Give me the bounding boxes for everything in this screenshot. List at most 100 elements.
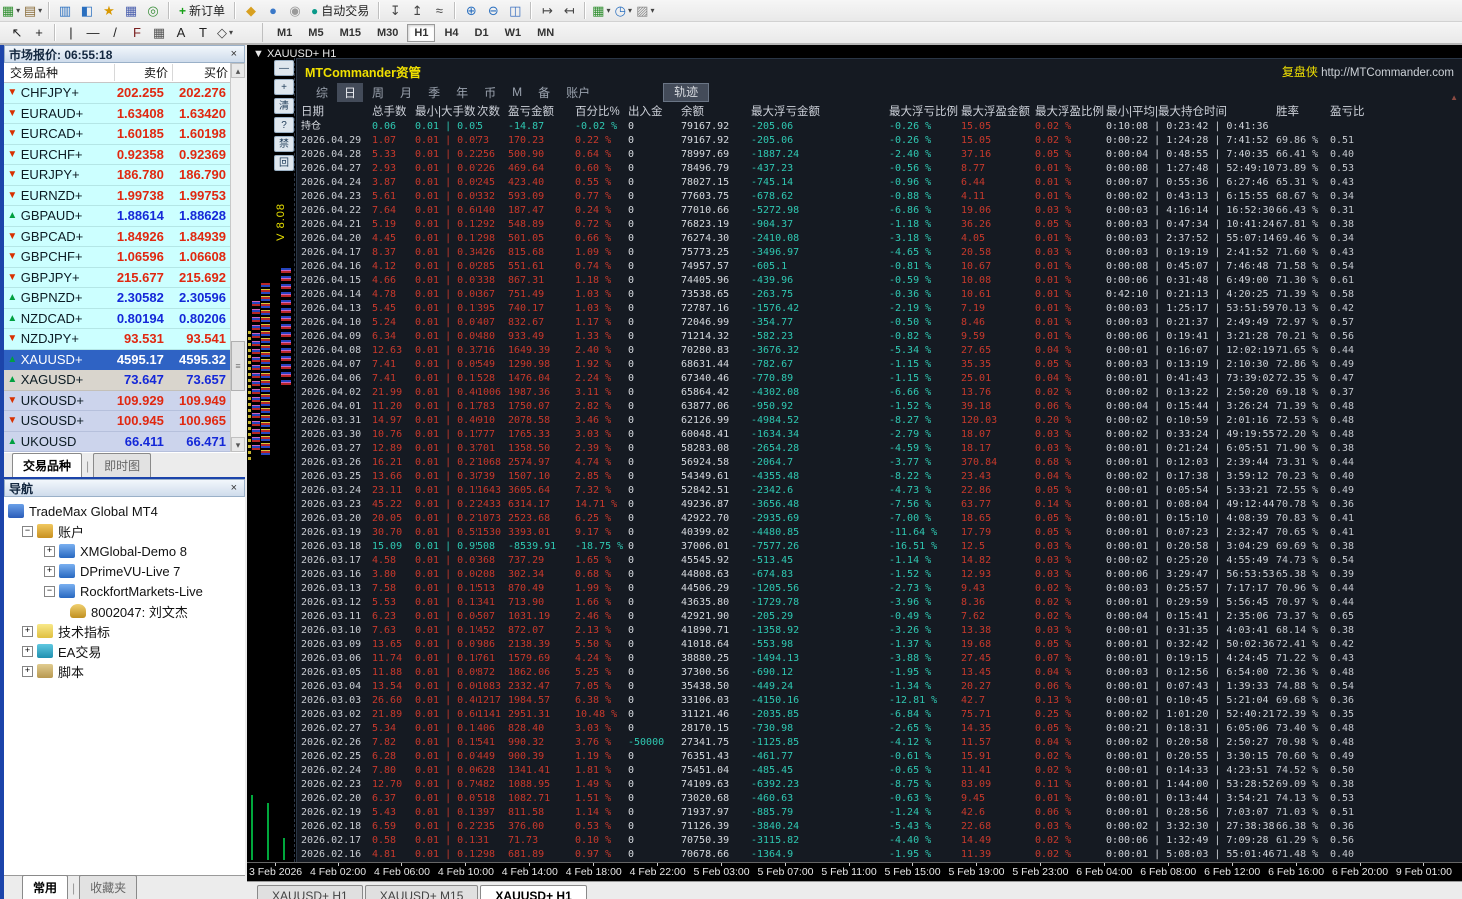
market-row[interactable]: ▲ GBPAUD+ 1.88614 1.88628 (4, 206, 230, 227)
shapes-icon-dropdown[interactable]: ▾ (229, 28, 233, 37)
table-row[interactable]: 2026.03.20 20.05 0.01 | 0.271073 2523.68 6.2… (301, 512, 1462, 526)
overlay-minimize-button[interactable]: — (274, 60, 294, 76)
navigator-close-icon[interactable]: × (228, 482, 240, 494)
vertical-line-icon[interactable]: | (60, 23, 82, 42)
table-row[interactable]: 2026.04.01 11.20 0.01 | 0.13783 1750.07 2.82… (301, 400, 1462, 414)
timeframe-m15[interactable]: M15 (333, 24, 368, 42)
expand-icon[interactable]: + (44, 545, 55, 557)
timeframe-d1[interactable]: D1 (468, 24, 496, 42)
panel-tab-M[interactable]: M (505, 84, 529, 100)
table-row[interactable]: 2026.03.10 7.63 0.01 | 0.15452 872.07 2.13 %… (301, 624, 1462, 638)
profiles-icon-dropdown[interactable]: ▾ (38, 6, 42, 15)
bottom-left-tab-0[interactable]: 常用 (22, 875, 69, 899)
clear-button[interactable]: 清 (274, 98, 294, 114)
fibonacci-icon[interactable]: F (126, 23, 148, 42)
track-button[interactable]: 轨迹 (663, 82, 710, 102)
column-header[interactable]: 胜率 (1276, 103, 1330, 120)
market-row[interactable]: ▲ GBPNZD+ 2.30582 2.30596 (4, 288, 230, 309)
tree-item[interactable]: 8002047: 刘文杰 (4, 601, 245, 621)
market-row[interactable]: ▼ CHFJPY+ 202.255 202.276 (4, 83, 230, 104)
shapes-icon[interactable]: ◇ ▾ (214, 23, 236, 42)
column-symbol[interactable]: 交易品种 (4, 64, 114, 81)
column-header[interactable]: 最大浮盈比例 (1035, 103, 1106, 120)
table-row[interactable]: 2026.03.02 21.89 0.01 | 0.661141 2951.31 10.… (301, 708, 1462, 722)
expand-icon[interactable]: + (22, 625, 33, 637)
indicators-icon[interactable]: ◆ (240, 1, 262, 20)
tree-item[interactable]: TradeMax Global MT4 (4, 501, 245, 521)
table-row[interactable]: 2026.02.25 6.28 0.01 | 0.07449 900.39 1.19 %… (301, 750, 1462, 764)
table-row[interactable]: 2026.03.31 14.97 0.01 | 0.46910 2078.58 3.46… (301, 414, 1462, 428)
market-row[interactable]: ▼ GBPJPY+ 215.677 215.692 (4, 267, 230, 288)
table-row[interactable]: 2026.02.18 6.59 0.01 | 0.27235 376.00 0.53 %… (301, 820, 1462, 834)
table-row[interactable]: 2026.04.15 4.66 0.01 | 0.07338 867.31 1.18 %… (301, 274, 1462, 288)
crosshair-icon[interactable]: + (28, 23, 50, 42)
table-row[interactable]: 2026.03.09 13.65 0.01 | 0.07986 2138.39 5.50… (301, 638, 1462, 652)
table-row[interactable]: 2026.03.18 15.09 0.01 | 0.95508 -8539.91 -18… (301, 540, 1462, 554)
table-row[interactable]: 2026.04.09 6.34 0.01 | 0.09480 933.49 1.33 %… (301, 330, 1462, 344)
profiles-icon[interactable]: ▤ ▾ (22, 1, 44, 20)
column-header[interactable]: 最大浮盈金额 (961, 103, 1035, 120)
market-row[interactable]: ▼ UKOUSD+ 109.929 109.949 (4, 390, 230, 411)
timeframe-mn[interactable]: MN (530, 24, 561, 42)
market-row[interactable]: ▼ NZDJPY+ 93.531 93.541 (4, 329, 230, 350)
grid-icon[interactable]: ▦ (148, 23, 170, 42)
table-row[interactable]: 2026.04.07 7.41 0.01 | 0.09549 1290.98 1.92 … (301, 358, 1462, 372)
chart-line-icon[interactable]: ≈ (428, 1, 450, 20)
panel-tab-季[interactable]: 季 (421, 83, 447, 102)
table-row[interactable]: 2026.02.24 7.80 0.01 | 0.06628 1341.41 1.81 … (301, 764, 1462, 778)
column-header[interactable]: 百分比% (575, 103, 628, 120)
chart-tab[interactable]: XAUUSD+ H1 (257, 885, 363, 899)
table-row[interactable]: 2026.03.05 11.88 0.01 | 0.09872 1862.06 5.25… (301, 666, 1462, 680)
column-bid[interactable]: 卖价 (114, 64, 172, 81)
help-button[interactable]: ? (274, 117, 294, 133)
column-header[interactable]: 总手数 (372, 103, 415, 120)
timeframe-m30[interactable]: M30 (370, 24, 405, 42)
table-row[interactable]: 2026.03.23 45.22 0.01 | 0.272433 6314.17 14.… (301, 498, 1462, 512)
table-row[interactable]: 2026.02.20 6.37 0.01 | 0.07518 1082.71 1.51 … (301, 792, 1462, 806)
table-row[interactable]: 2026.04.27 2.93 0.01 | 0.07226 469.64 0.60 %… (301, 162, 1462, 176)
table-row[interactable]: 2026.03.26 16.21 0.01 | 0.271068 2574.97 4.7… (301, 456, 1462, 470)
market-row[interactable]: ▼ GBPCHF+ 1.06596 1.06608 (4, 247, 230, 268)
template-icon[interactable]: ▨ ▾ (634, 1, 656, 20)
table-row[interactable]: 2026.04.16 4.12 0.01 | 0.09285 551.61 0.74 %… (301, 260, 1462, 274)
panel-tab-周[interactable]: 周 (365, 83, 391, 102)
timeframe-h4[interactable]: H4 (437, 24, 465, 42)
table-row[interactable]: 2026.04.10 5.24 0.01 | 0.07407 832.67 1.17 %… (301, 316, 1462, 330)
scroll-down-icon[interactable]: ▾ (231, 437, 245, 452)
add-indicator-icon[interactable]: ▦ ▾ (590, 1, 612, 20)
panel-tab-月[interactable]: 月 (393, 83, 419, 102)
scrollbar-thumb[interactable]: ≡ (231, 341, 245, 391)
panel-tab-账户[interactable]: 账户 (559, 83, 597, 102)
disable-button[interactable]: 禁 (274, 136, 294, 152)
table-row[interactable]: 2026.03.30 10.76 0.01 | 0.15777 1765.33 3.03… (301, 428, 1462, 442)
autotrade-button[interactable]: ● 自动交易 (306, 1, 374, 20)
tree-item[interactable]: + DPrimeVU-Live 7 (4, 561, 245, 581)
panel-tab-币[interactable]: 币 (477, 83, 503, 102)
window-button[interactable]: 回 (274, 155, 294, 171)
table-row[interactable]: 持仓 0.06 0.01 | 0.025 -14.87 -0.02 % 0 79167.92… (301, 120, 1462, 134)
expand-icon[interactable]: + (22, 645, 33, 657)
market-watch-tab-1[interactable]: 即时图 (93, 453, 152, 477)
table-row[interactable]: 2026.03.13 7.58 0.01 | 0.15513 870.49 1.99 %… (301, 582, 1462, 596)
timeframe-m5[interactable]: M5 (301, 24, 330, 42)
text-label-icon[interactable]: T (192, 23, 214, 42)
table-row[interactable]: 2026.02.17 0.58 0.01 | 0.1331 71.73 0.10 % 0 7… (301, 834, 1462, 848)
template-icon-dropdown[interactable]: ▾ (650, 6, 654, 15)
table-row[interactable]: 2026.04.17 8.37 0.01 | 0.38426 815.68 1.09 %… (301, 246, 1462, 260)
panel-tab-年[interactable]: 年 (449, 83, 475, 102)
column-header[interactable]: 盈亏金额 (508, 103, 575, 120)
column-header[interactable]: 最小|平均|最大持仓时间 (1106, 103, 1276, 120)
table-row[interactable]: 2026.03.16 3.80 0.01 | 0.06208 302.34 0.68 %… (301, 568, 1462, 582)
table-row[interactable]: 2026.04.06 7.41 0.01 | 0.11528 1476.04 2.24 … (301, 372, 1462, 386)
table-row[interactable]: 2026.03.17 4.58 0.01 | 0.07368 737.29 1.65 %… (301, 554, 1462, 568)
add-indicator-icon-dropdown[interactable]: ▾ (606, 6, 610, 15)
market-row[interactable]: ▼ USOUSD+ 100.945 100.965 (4, 411, 230, 432)
table-row[interactable]: 2026.04.24 3.87 0.01 | 0.09245 423.40 0.55 %… (301, 176, 1462, 190)
table-row[interactable]: 2026.04.22 7.64 0.01 | 0.66140 187.47 0.24 %… (301, 204, 1462, 218)
table-row[interactable]: 2026.04.02 21.99 0.01 | 0.461006 1987.36 3.1… (301, 386, 1462, 400)
column-header[interactable]: 最大浮亏比例 (889, 103, 961, 120)
market-row[interactable]: ▼ EURNZD+ 1.99738 1.99753 (4, 185, 230, 206)
table-row[interactable]: 2026.03.04 13.54 0.01 | 0.061083 2332.47 7.0… (301, 680, 1462, 694)
chart-tab[interactable]: XAUUSD+ H1 (480, 885, 587, 899)
column-header[interactable]: 最小|大手数 (415, 103, 477, 120)
